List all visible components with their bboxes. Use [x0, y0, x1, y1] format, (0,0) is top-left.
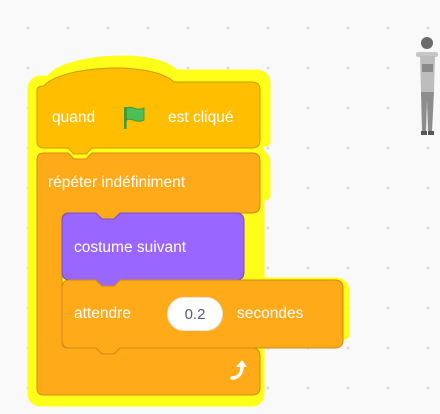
forever-label: répéter indéfiniment — [48, 174, 185, 191]
next-costume-label: costume suivant — [74, 239, 186, 256]
when-flag-suffix-label: est cliqué — [168, 109, 234, 126]
wait-suffix-label: secondes — [237, 305, 304, 322]
script-stack[interactable] — [0, 0, 440, 414]
when-flag-prefix-label: quand — [52, 109, 96, 126]
wait-prefix-label: attendre — [74, 305, 131, 322]
wait-seconds-input[interactable]: 0.2 — [167, 297, 223, 331]
